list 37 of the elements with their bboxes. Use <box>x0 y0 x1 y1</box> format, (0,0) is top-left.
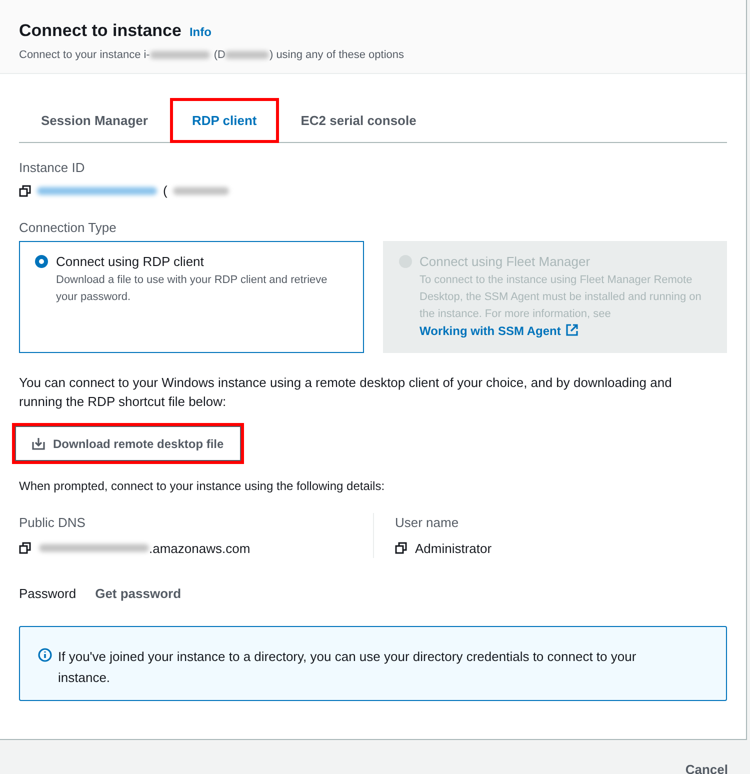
download-button[interactable]: Download remote desktop file <box>15 426 241 461</box>
info-icon <box>38 648 52 662</box>
get-password-button[interactable]: Get password <box>95 584 182 604</box>
dialog-title: Connect to instance <box>19 20 182 42</box>
redacted-text-mark <box>173 186 230 194</box>
option-description: Download a file to use with your RDP client and retrieve your password. <box>56 272 328 304</box>
option-title: Connect using Fleet Manager <box>420 253 592 271</box>
redacted-text-mark <box>225 50 270 59</box>
redacted-text-mark <box>150 50 210 59</box>
instance-id-text: ( <box>163 182 168 200</box>
subtitle-text: Connect to your instance i- <box>19 48 150 62</box>
field-label: Connection Type <box>19 218 118 237</box>
field-label: User name <box>395 514 460 532</box>
radio-button[interactable] <box>35 255 48 268</box>
alert-text: If you've joined your instance to a directory, you can use your directory credentials to connect to your instance. <box>58 648 638 686</box>
field-label: Password <box>19 585 76 603</box>
tab[interactable]: RDP client <box>170 98 279 143</box>
subtitle-text: ) using any of these options <box>269 48 404 62</box>
download-icon <box>32 437 45 450</box>
copy-icon[interactable] <box>19 184 31 196</box>
subtitle-text: (D <box>214 48 226 62</box>
cancel-button[interactable]: Cancel <box>685 760 728 774</box>
option-description: To connect to the instance using Fleet Manager Remote Desktop, the SSM Agent must be installed and running on the instance. For more information, see Working with SSM Agent <box>420 272 702 340</box>
tab[interactable]: Session Manager <box>19 98 170 143</box>
public-dns-text: .amazonaws.com <box>149 540 250 558</box>
details-intro-text: When prompted, connect to your instance using the following details: <box>19 478 386 495</box>
user-name-text: Administrator <box>415 540 492 558</box>
tab[interactable]: EC2 serial console <box>278 98 438 143</box>
option-title: Connect using RDP client <box>56 253 205 271</box>
copy-icon[interactable] <box>19 542 31 554</box>
radio-tile[interactable]: Connect using RDP client Download a file to use with your RDP client and retrieve your password. <box>19 241 364 353</box>
info-link[interactable]: Info <box>189 23 212 41</box>
field-label: Instance ID <box>19 159 86 177</box>
intro-text: You can connect to your Windows instance using a remote desktop client of your choice, and by downloading and running the RDP shortcut file below: <box>19 374 673 411</box>
external-link-icon <box>566 324 578 336</box>
copy-icon[interactable] <box>395 542 407 554</box>
field-label: Public DNS <box>19 514 86 532</box>
